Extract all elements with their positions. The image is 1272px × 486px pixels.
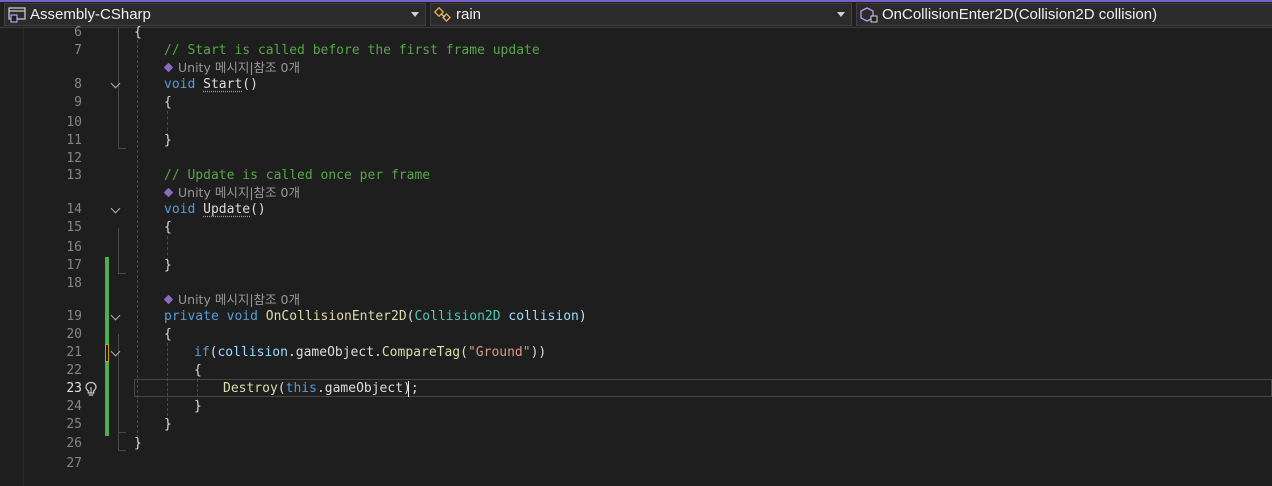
method-name: Update: [203, 202, 251, 217]
class-icon: [434, 7, 451, 22]
method-name: Start: [203, 77, 243, 92]
codelens-text: Unity 메시지|참조 0개: [178, 185, 300, 200]
class-name: rain: [456, 6, 482, 23]
line-number: 16: [66, 240, 82, 255]
member-name: OnCollisionEnter2D(Collision2D collision…: [882, 6, 1158, 23]
line-number: 9: [74, 95, 82, 110]
chevron-down-icon: [837, 12, 845, 17]
project-icon: [8, 7, 26, 23]
line-number: 17: [66, 258, 82, 273]
line-number: 6: [74, 25, 82, 40]
comment: // Start is called before the first fram…: [164, 43, 540, 58]
codelens[interactable]: Unity 메시지|참조 0개: [163, 184, 300, 202]
code-line: 17 }: [0, 257, 1272, 275]
codelens[interactable]: Unity 메시지|참조 0개: [163, 291, 300, 309]
line-number: 23: [66, 381, 82, 396]
codelens-text: Unity 메시지|참조 0개: [178, 292, 300, 307]
code-line: 8 void Start(): [0, 76, 1272, 94]
code-line: 24 }: [0, 398, 1272, 416]
line-number: 13: [66, 168, 82, 183]
code-line: 7 // Start is called before the first fr…: [0, 42, 1272, 60]
line-number: 10: [66, 115, 82, 130]
line-number: 19: [66, 309, 82, 324]
unity-cube-icon: [163, 294, 174, 305]
codelens-row: Unity 메시지|참조 0개: [0, 184, 1272, 202]
line-number: 22: [66, 363, 82, 378]
chevron-down-icon: [411, 12, 419, 17]
chevron-down-icon[interactable]: [110, 346, 121, 357]
method-name: OnCollisionEnter2D: [265, 309, 407, 324]
text-caret: [408, 381, 409, 397]
codelens-row: Unity 메시지|참조 0개: [0, 291, 1272, 309]
line-number: 8: [74, 77, 82, 92]
member-dropdown[interactable]: OnCollisionEnter2D(Collision2D collision…: [856, 3, 1272, 26]
line-number: 7: [74, 43, 82, 58]
code-line: 14 void Update(): [0, 201, 1272, 219]
line-number: 20: [66, 327, 82, 342]
code-editor[interactable]: 6 { 7 // Start is called before the firs…: [0, 25, 1272, 486]
line-number: 25: [66, 417, 82, 432]
project-dropdown[interactable]: Assembly-CSharp: [4, 3, 426, 26]
codelens[interactable]: Unity 메시지|참조 0개: [163, 59, 300, 77]
lightbulb-icon[interactable]: [84, 381, 98, 397]
line-number: 11: [66, 133, 82, 148]
code-line: 12: [0, 150, 1272, 168]
project-name: Assembly-CSharp: [30, 6, 151, 23]
line-number: 21: [66, 345, 82, 360]
unity-cube-icon: [163, 62, 174, 73]
code-line: 13 // Update is called once per frame: [0, 167, 1272, 185]
unity-cube-icon: [163, 187, 174, 198]
code-line: 19 private void OnCollisionEnter2D(Colli…: [0, 308, 1272, 326]
code-line: 16: [0, 239, 1272, 257]
chevron-down-icon[interactable]: [110, 203, 121, 214]
class-dropdown[interactable]: rain: [430, 3, 852, 26]
method-icon: [860, 7, 878, 23]
code-line: 21 if(collision.gameObject.CompareTag("G…: [0, 344, 1272, 362]
code-line: 11 }: [0, 132, 1272, 150]
line-number: 27: [66, 456, 82, 471]
line-number: 12: [66, 151, 82, 166]
code-line: 10: [0, 114, 1272, 132]
line-number: 26: [66, 436, 82, 451]
line-number: 14: [66, 202, 82, 217]
comment: // Update is called once per frame: [164, 168, 431, 183]
code-line: 6 {: [0, 24, 1272, 42]
code-line: 25 }: [0, 416, 1272, 434]
code-line-current: 23 Destroy(this.gameObject);: [0, 380, 1272, 398]
code-line: 27: [0, 455, 1272, 473]
chevron-down-icon[interactable]: [110, 78, 121, 89]
line-number: 15: [66, 220, 82, 235]
code-line: 9 {: [0, 94, 1272, 112]
code-line: 20 {: [0, 326, 1272, 344]
chevron-down-icon[interactable]: [110, 310, 121, 321]
codelens-text: Unity 메시지|참조 0개: [178, 60, 300, 75]
codelens-row: Unity 메시지|참조 0개: [0, 59, 1272, 77]
code-line: 22 {: [0, 362, 1272, 380]
line-number: 24: [66, 399, 82, 414]
code-line: 26 }: [0, 435, 1272, 453]
code-line: 15 {: [0, 219, 1272, 237]
